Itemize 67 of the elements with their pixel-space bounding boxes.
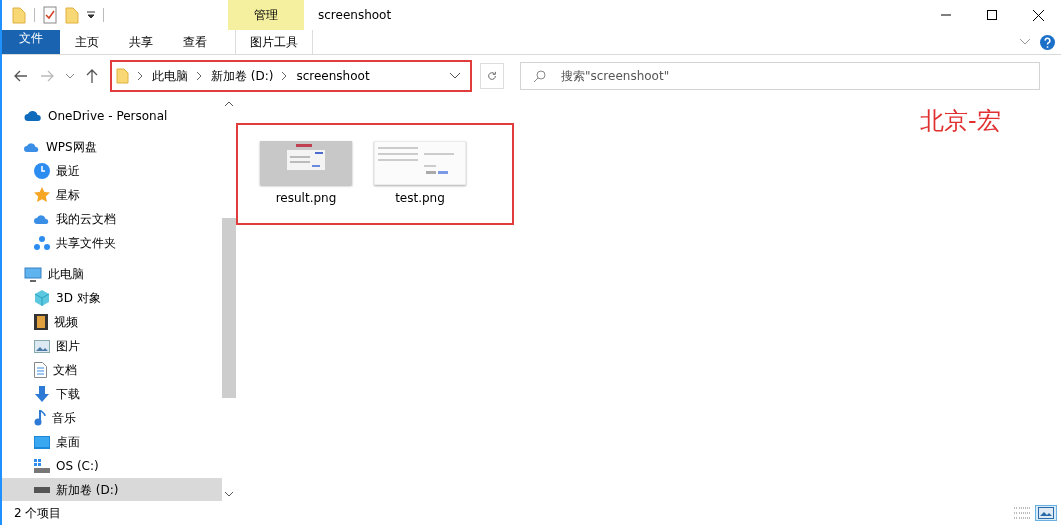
breadcrumb[interactable]: screenshoot (296, 69, 370, 83)
scroll-up-icon[interactable] (225, 101, 233, 106)
search-field[interactable]: 搜索"screenshoot" (520, 62, 1040, 90)
document-icon (34, 362, 47, 378)
file-name[interactable]: test.png (395, 191, 445, 205)
breadcrumb[interactable]: 新加卷 (D:) (211, 67, 274, 85)
nav-item[interactable]: OneDrive - Personal (2, 104, 222, 128)
help-icon[interactable] (1040, 34, 1055, 50)
search-icon (533, 70, 546, 83)
properties-icon[interactable] (43, 6, 57, 24)
nav-item[interactable]: 视频 (2, 310, 222, 334)
ribbon-tab[interactable]: 共享 (114, 30, 168, 54)
chevron-right-icon[interactable] (138, 72, 143, 80)
nav-item[interactable]: 3D 对象 (2, 286, 222, 310)
cloud-icon (24, 110, 42, 122)
nav-item[interactable]: 星标 (2, 183, 222, 207)
cloud-icon (34, 213, 50, 225)
image-icon (34, 339, 50, 353)
desktop-icon (34, 435, 50, 449)
context-tab-group: 管理 (228, 0, 304, 30)
chevron-right-icon[interactable] (197, 72, 202, 80)
item-count: 2 个项目 (14, 504, 62, 522)
dropdown-icon[interactable] (450, 73, 460, 79)
nav-item[interactable]: 音乐 (2, 406, 222, 430)
window-title: screenshoot (318, 8, 392, 22)
ribbon-tab[interactable]: 主页 (60, 30, 114, 54)
cloud-icon (24, 141, 40, 153)
large-icons-view-button[interactable] (1035, 505, 1057, 521)
close-icon[interactable] (1033, 9, 1044, 21)
nav-item[interactable]: 桌面 (2, 430, 222, 454)
annotation-text: 北京-宏 (920, 106, 1001, 137)
download-icon (34, 386, 50, 402)
film-icon (34, 314, 48, 330)
scroll-down-icon[interactable] (225, 492, 233, 497)
drive-icon (34, 459, 50, 473)
refresh-button[interactable] (480, 63, 504, 89)
nav-item[interactable]: 最近 (2, 159, 222, 183)
file-name[interactable]: result.png (275, 191, 337, 205)
refresh-icon[interactable] (487, 70, 497, 82)
music-note-icon (34, 410, 46, 426)
nav-item[interactable]: 共享文件夹 (2, 231, 222, 255)
breadcrumb[interactable]: 此电脑 (152, 67, 188, 85)
maximize-icon[interactable] (987, 10, 997, 20)
nav-item[interactable]: 文档 (2, 358, 222, 382)
nav-item[interactable]: 我的云文档 (2, 207, 222, 231)
nav-item[interactable]: WPS网盘 (2, 135, 222, 159)
up-icon[interactable] (86, 69, 98, 83)
nav-item[interactable]: OS (C:) (2, 454, 222, 478)
ribbon-tab[interactable]: 查看 (168, 30, 222, 54)
ribbon-tab[interactable]: 图片工具 (235, 30, 313, 54)
nav-item[interactable]: 此电脑 (2, 262, 222, 286)
clock-icon (34, 163, 50, 179)
cube-icon (34, 290, 50, 306)
nav-item[interactable]: 图片 (2, 334, 222, 358)
back-icon[interactable] (14, 70, 28, 82)
monitor-icon (24, 266, 42, 282)
star-icon (34, 187, 50, 203)
nav-item[interactable]: 下载 (2, 382, 222, 406)
nav-item[interactable]: 新加卷 (D:) (2, 478, 222, 501)
dropdown-icon[interactable] (87, 11, 95, 19)
chevron-right-icon[interactable] (282, 72, 288, 80)
recent-icon[interactable] (66, 73, 74, 79)
drive-icon (34, 487, 50, 493)
share-icon (34, 235, 50, 251)
ribbon-tab[interactable]: 文件 (2, 30, 60, 54)
folder-icon (116, 68, 129, 84)
chevron-icon[interactable] (1020, 39, 1030, 45)
